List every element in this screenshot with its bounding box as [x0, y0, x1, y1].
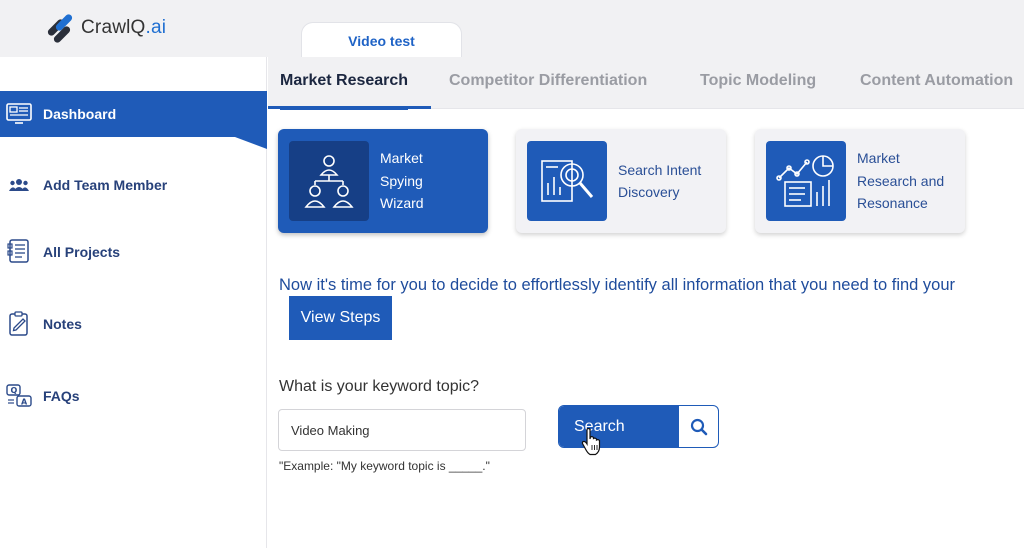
- crawlq-logo-icon: [47, 14, 73, 43]
- chart-magnifier-icon: [527, 141, 607, 221]
- top-bar: CrawlQ.ai Video test: [0, 0, 1024, 59]
- card-market-spying-wizard[interactable]: Market Spying Wizard: [278, 129, 488, 233]
- logo-text: CrawlQ.ai: [81, 17, 167, 38]
- card-label: Market Research and Resonance: [857, 150, 945, 212]
- tab-content-automation[interactable]: Content Automation: [860, 57, 1013, 109]
- active-notch: [235, 137, 267, 149]
- sidebar: Dashboard Add Team Member All Projects N…: [0, 57, 267, 548]
- keyword-label: What is your keyword topic?: [279, 378, 480, 395]
- logo[interactable]: CrawlQ.ai: [44, 13, 166, 43]
- active-tab-underline: [268, 106, 431, 109]
- tab-topic-modeling[interactable]: Topic Modeling: [700, 57, 816, 109]
- notes-icon: [5, 310, 33, 338]
- faqs-icon: QA: [5, 382, 33, 410]
- tab-market-research[interactable]: Market Research: [280, 57, 409, 110]
- card-search-intent-discovery[interactable]: Search Intent Discovery: [516, 129, 726, 233]
- search-icon: [679, 406, 718, 447]
- keyword-input[interactable]: [278, 409, 526, 451]
- sidebar-item-label: Dashboard: [43, 106, 117, 122]
- team-icon: [5, 171, 33, 199]
- feature-tabs: Market Research Competitor Differentiati…: [268, 57, 1024, 110]
- card-label: Market Spying Wizard: [380, 150, 424, 212]
- hand-cursor-icon: [581, 428, 601, 456]
- card-label: Search Intent Discovery: [618, 161, 702, 201]
- svg-text:Q: Q: [11, 386, 18, 395]
- projects-icon: [5, 238, 33, 266]
- project-tab[interactable]: Video test: [301, 22, 462, 59]
- sidebar-item-label: All Projects: [43, 244, 121, 260]
- report-analytics-icon: [766, 141, 846, 221]
- sidebar-item-label: FAQs: [43, 388, 80, 404]
- intro-text: Now it's time for you to decide to effor…: [279, 276, 956, 294]
- sidebar-item-all-projects[interactable]: All Projects: [0, 229, 120, 275]
- app-root: CrawlQ.ai Video test Dashboard Add Team …: [0, 0, 1024, 548]
- sidebar-item-label: Add Team Member: [43, 177, 168, 193]
- card-market-research-resonance[interactable]: Market Research and Resonance: [755, 129, 965, 233]
- team-hierarchy-icon: [289, 141, 369, 221]
- dashboard-icon: [5, 100, 33, 128]
- sidebar-item-faqs[interactable]: QA FAQs: [0, 373, 80, 419]
- view-steps-button[interactable]: View Steps: [289, 296, 392, 340]
- search-button-label: Search: [559, 406, 679, 447]
- tab-competitor-differentiation[interactable]: Competitor Differentiation: [449, 57, 647, 109]
- sidebar-item-notes[interactable]: Notes: [0, 301, 82, 347]
- sidebar-item-add-team-member[interactable]: Add Team Member: [0, 162, 167, 208]
- svg-text:A: A: [21, 398, 28, 407]
- sidebar-item-label: Notes: [43, 316, 82, 332]
- keyword-hint: "Example: "My keyword topic is _____.": [279, 459, 490, 473]
- sidebar-item-dashboard[interactable]: Dashboard: [0, 91, 267, 137]
